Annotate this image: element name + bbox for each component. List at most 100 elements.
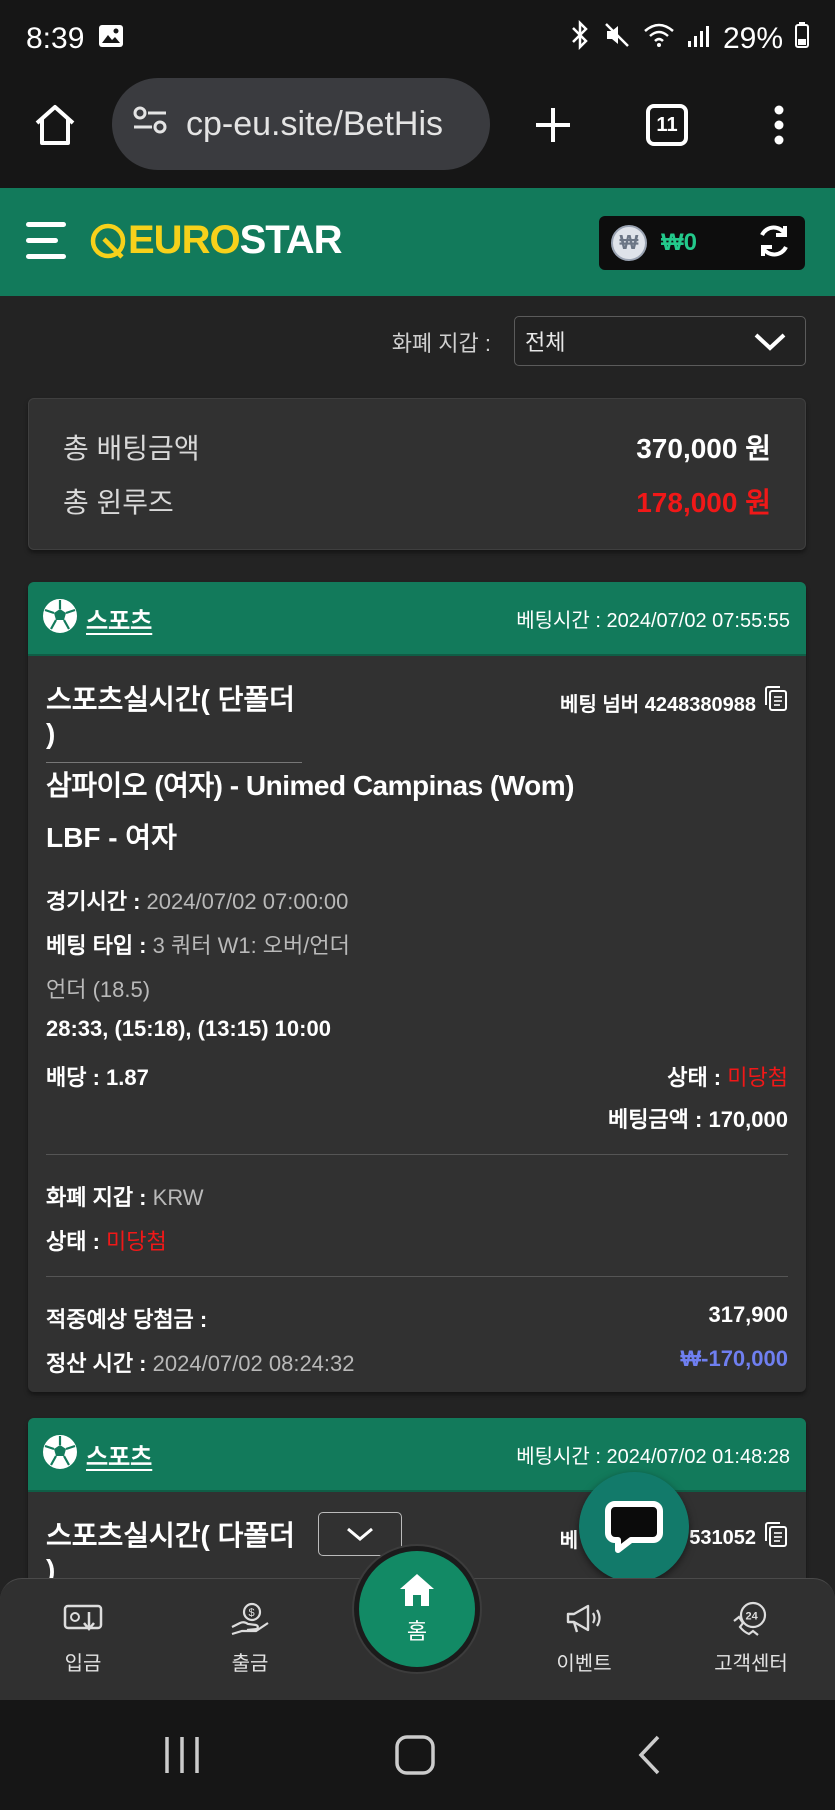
nav-event-label: 이벤트 [556, 1653, 612, 1675]
currency-label: 화폐 지갑 : [46, 1185, 147, 1210]
more-options-icon[interactable] [744, 90, 814, 160]
chevron-down-icon [347, 1527, 373, 1541]
bet-amount: 베팅금액 : 170,000 [607, 1107, 788, 1132]
nav-home[interactable]: 홈 [354, 1546, 480, 1672]
bet-type-title: 스포츠실시간( 단폴더 ) [46, 678, 302, 763]
game-time-row: 경기시간 : 2024/07/02 07:00:00 [46, 884, 348, 916]
nav-support[interactable]: 24 고객센터 [681, 1599, 821, 1676]
score-line: 28:33, (15:18), (13:15) 10:00 [46, 1016, 331, 1041]
support-badge: 24 [746, 1611, 759, 1623]
soccer-ball-icon [42, 1434, 78, 1475]
nav-withdraw-label: 출금 [231, 1653, 269, 1675]
settle-time: 2024/07/02 08:24:32 [152, 1351, 355, 1376]
total-bet-label: 총 배팅금액 [63, 433, 200, 464]
battery-icon [795, 22, 809, 56]
live-chat-button[interactable] [579, 1472, 689, 1582]
nav-withdraw[interactable]: $ 출금 [180, 1599, 320, 1676]
currency-filter-label: 화폐 지갑 : [391, 331, 491, 356]
settle-row: 정산 시간 : 2024/07/02 08:24:32 [46, 1346, 355, 1378]
support-24-icon: 24 [731, 1599, 771, 1639]
tabs-button[interactable]: 11 [632, 90, 702, 160]
match-name: 삼파이오 (여자) - Unimed Campinas (Wom) [46, 770, 575, 801]
logo-star-text: STAR [239, 218, 343, 262]
menu-icon[interactable] [26, 220, 70, 262]
currency-row: 화폐 지갑 : KRW [46, 1180, 204, 1212]
currency-select[interactable]: 전체 [514, 316, 806, 366]
profit-value: ₩-170,000 [680, 1346, 788, 1371]
soccer-ball-icon [42, 598, 78, 639]
site-settings-icon[interactable] [132, 105, 170, 144]
wallet-amount: ₩0 [661, 229, 697, 256]
expected-win-value: 317,900 [708, 1302, 788, 1327]
bet-number: 베팅 넘버 4248380988 [560, 686, 788, 718]
currency-filter: 화폐 지갑 : 전체 [0, 296, 835, 384]
bet-type-label: 베팅 타입 : [46, 933, 147, 958]
recent-apps-icon[interactable] [162, 1734, 202, 1781]
bet-number-prefix: 베 [559, 1529, 579, 1552]
site-header: EURO STAR ₩ ₩0 [0, 188, 835, 296]
won-coin-icon: ₩ [611, 225, 647, 261]
url-text: cp-eu.site/BetHis [186, 104, 443, 143]
status-label: 상태 : [667, 1065, 722, 1090]
tab-count: 11 [646, 104, 688, 146]
copy-icon[interactable] [764, 686, 788, 718]
game-time-label: 경기시간 : [46, 889, 141, 914]
back-icon[interactable] [636, 1734, 662, 1781]
url-bar[interactable]: cp-eu.site/BetHis [112, 78, 490, 170]
system-navigation [0, 1700, 835, 1810]
home-button-icon[interactable] [394, 1734, 436, 1781]
bet-number-tail: 7531052 [678, 1526, 756, 1549]
chat-bubble-icon [605, 1501, 663, 1553]
home-icon [400, 1574, 434, 1606]
bet-selection: 언더 (18.5) [46, 977, 151, 1002]
bet-card: 스포츠 베팅시간 : 2024/07/02 07:55:55 스포츠실시간( 단… [28, 582, 806, 1392]
nav-event[interactable]: 이벤트 [514, 1599, 654, 1676]
divider [46, 1154, 788, 1155]
logo-euro-text: EURO [128, 218, 241, 262]
eurostar-logo[interactable]: EURO STAR [88, 218, 342, 263]
status2-badge: 미당첨 [106, 1229, 167, 1254]
bet-category[interactable]: 스포츠 [86, 601, 152, 636]
megaphone-icon [564, 1599, 604, 1639]
totals-summary: 총 배팅금액 370,000 원 총 윈루즈 178,000 원 [28, 398, 806, 550]
bet-type-value: 3 쿼터 W1: 오버/언더 [152, 933, 350, 958]
home-icon[interactable] [20, 90, 90, 160]
battery-text: 29% [722, 22, 783, 55]
nav-deposit[interactable]: 입금 [13, 1599, 153, 1676]
app-root: 8:39 29% cp-eu.site/BetHis 11 EURO STAR … [0, 0, 835, 1810]
deposit-icon [63, 1599, 103, 1639]
status-bar: 8:39 29% [0, 0, 835, 78]
total-winloss-value: 178,000 원 [636, 487, 771, 518]
status-time: 8:39 [26, 22, 85, 55]
refresh-icon[interactable] [755, 222, 793, 265]
withdraw-icon: $ [230, 1599, 270, 1639]
new-tab-icon[interactable] [518, 90, 588, 160]
bet-time: 베팅시간 : 2024/07/02 01:48:28 [516, 1445, 790, 1468]
bet-category[interactable]: 스포츠 [86, 1437, 152, 1472]
wallet-balance[interactable]: ₩ ₩0 [599, 216, 805, 270]
status-row: 상태 : 미당첨 [667, 1060, 788, 1092]
bet-type-row: 베팅 타입 : 3 쿼터 W1: 오버/언더 [46, 928, 350, 960]
status-badge: 미당첨 [727, 1065, 788, 1090]
expected-win-label: 적중예상 당첨금 : [46, 1307, 208, 1332]
nav-deposit-label: 입금 [64, 1653, 102, 1675]
total-bet-value: 370,000 원 [636, 433, 771, 464]
expand-legs-button[interactable] [318, 1512, 402, 1556]
gallery-icon [98, 22, 124, 56]
chevron-down-icon [753, 329, 787, 359]
signal-icon [687, 22, 711, 56]
odds: 배당 : 1.87 [46, 1065, 149, 1090]
copy-icon[interactable] [764, 1522, 788, 1554]
bet-card-header: 스포츠 베팅시간 : 2024/07/02 01:48:28 [28, 1418, 806, 1492]
currency-select-value: 전체 [525, 330, 566, 355]
svg-text:$: $ [249, 1607, 255, 1619]
nav-home-label: 홈 [406, 1619, 428, 1644]
total-winloss-label: 총 윈루즈 [63, 487, 174, 518]
bet-time: 베팅시간 : 2024/07/02 07:55:55 [516, 609, 790, 632]
game-time-value: 2024/07/02 07:00:00 [146, 889, 349, 914]
logo-mark-icon [90, 223, 126, 259]
status2-row: 상태 : 미당첨 [46, 1224, 167, 1256]
browser-toolbar: cp-eu.site/BetHis 11 [0, 78, 835, 188]
bet-card-header: 스포츠 베팅시간 : 2024/07/02 07:55:55 [28, 582, 806, 656]
status2-label: 상태 : [46, 1229, 100, 1254]
